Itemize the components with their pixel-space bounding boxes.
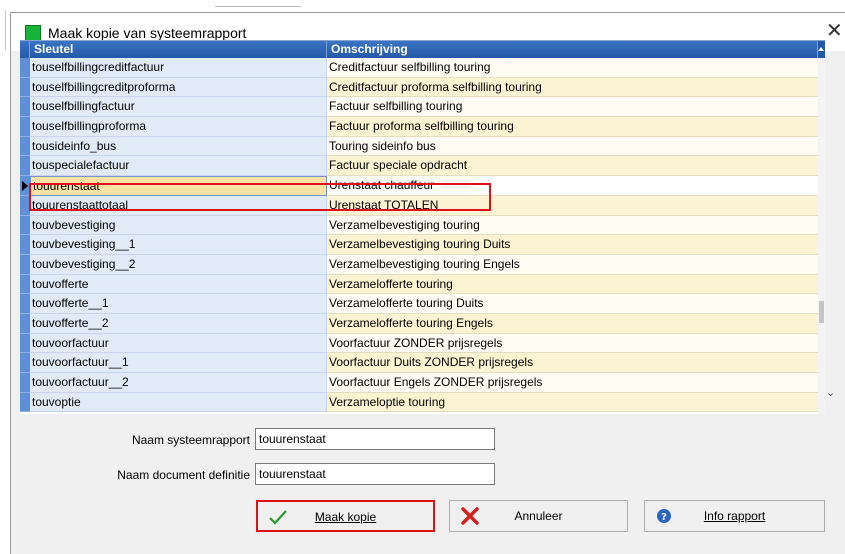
table-row[interactable]: tousideinfo_bus Touring sideinfo bus [20, 136, 818, 157]
row-desc-cell[interactable]: Voorfactuur ZONDER prijsregels [327, 333, 818, 354]
row-indicator[interactable] [20, 392, 30, 413]
row-key-cell[interactable]: touspecialefactuur [30, 156, 327, 177]
row-indicator[interactable] [20, 373, 30, 393]
row-indicator[interactable] [20, 254, 30, 275]
close-icon[interactable]: ✕ [826, 21, 843, 41]
naam-systeemrapport-label: Naam systeemrapport [131, 433, 250, 447]
table-row[interactable]: touvbevestiging__2 Verzamelbevestiging to… [20, 254, 818, 275]
row-key-cell[interactable]: touvoorfactuur__1 [30, 353, 327, 373]
row-key-cell[interactable]: touvbevestiging [30, 215, 327, 236]
row-key-cell[interactable]: touvoorfactuur__2 [30, 373, 327, 393]
table-row[interactable]: touvbevestiging Verzamelbevestiging touri… [20, 215, 818, 236]
column-header-omschrijving[interactable]: Omschrijving [327, 41, 818, 58]
vertical-scrollbar[interactable] [818, 58, 825, 414]
row-indicator[interactable] [20, 313, 30, 334]
grid-rows: touselfbillingcreditfactuur Creditfactuur… [20, 58, 818, 413]
row-indicator[interactable] [20, 195, 30, 216]
table-row[interactable]: touselfbillingcreditfactuur Creditfactuur… [20, 58, 818, 78]
row-desc-cell[interactable]: Urenstaat chauffeur [327, 176, 818, 196]
row-desc-cell[interactable]: Voorfactuur Engels ZONDER prijsregels [327, 373, 818, 393]
column-header-sleutel[interactable]: Sleutel [30, 41, 327, 58]
row-indicator[interactable] [20, 215, 30, 236]
row-key-cell[interactable]: touurenstaattotaal [30, 195, 327, 216]
maak-kopie-label: Maak kopie [314, 510, 377, 524]
table-row[interactable]: touspecialefactuur Factuur speciale opdra… [20, 156, 818, 177]
table-row[interactable]: touvofferte__1 Verzamelofferte touring Du… [20, 294, 818, 314]
row-desc-cell[interactable]: Urenstaat TOTALEN [327, 195, 818, 216]
row-key-cell[interactable]: touselfbillingfactuur [30, 97, 327, 118]
row-key-cell[interactable]: touvoptie [30, 392, 327, 413]
background-strip [0, 0, 845, 8]
row-desc-cell[interactable]: Verzamelofferte touring Engels [327, 313, 818, 334]
window-title: Maak kopie van systeemrapport [48, 25, 247, 41]
row-desc-cell[interactable]: Voorfactuur Duits ZONDER prijsregels [327, 353, 818, 373]
table-row[interactable]: touurenstaat Urenstaat chauffeur [20, 176, 818, 196]
row-desc-cell[interactable]: Factuur proforma selfbilling touring [327, 117, 818, 137]
row-indicator[interactable] [20, 136, 30, 157]
table-row[interactable]: touselfbillingfactuur Factuur selfbilling… [20, 97, 818, 118]
table-row[interactable]: touvoorfactuur Voorfactuur ZONDER prijsre… [20, 333, 818, 354]
row-desc-cell[interactable]: Verzamelbevestiging touring [327, 215, 818, 236]
row-desc-cell[interactable]: Verzamelbevestiging touring Duits [327, 235, 818, 255]
row-indicator[interactable] [20, 176, 30, 196]
row-desc-cell[interactable]: Verzamelbevestiging touring Engels [327, 254, 818, 275]
row-indicator[interactable] [20, 156, 30, 177]
row-key-cell[interactable]: touselfbillingproforma [30, 117, 327, 137]
scroll-down-icon[interactable]: ⌄ [826, 386, 835, 399]
naam-systeemrapport-input[interactable] [255, 428, 495, 450]
row-desc-cell[interactable]: Verzamelofferte touring Duits [327, 294, 818, 314]
info-rapport-label: Info rapport [703, 509, 766, 523]
grid-header: Sleutel Omschrijving [20, 41, 825, 58]
row-indicator[interactable] [20, 333, 30, 354]
row-indicator[interactable] [20, 294, 30, 314]
table-row[interactable]: touvoorfactuur__1 Voorfactuur Duits ZONDE… [20, 353, 818, 373]
naam-document-definitie-label: Naam document definitie [117, 468, 250, 482]
annuleer-label: Annuleer [514, 509, 563, 523]
scroll-up-icon[interactable] [818, 41, 825, 58]
table-row[interactable]: touvoorfactuur__2 Voorfactuur Engels ZOND… [20, 373, 818, 393]
row-key-cell[interactable]: touselfbillingcreditproforma [30, 77, 327, 98]
row-desc-cell[interactable]: Factuur selfbilling touring [327, 97, 818, 118]
row-key-cell[interactable]: touvoorfactuur [30, 333, 327, 354]
table-row[interactable]: touselfbillingproforma Factuur proforma s… [20, 117, 818, 137]
row-key-cell[interactable]: touselfbillingcreditfactuur [30, 58, 327, 78]
naam-document-definitie-input[interactable] [255, 463, 495, 485]
scrollbar-thumb[interactable] [819, 301, 824, 323]
row-indicator[interactable] [20, 117, 30, 137]
row-indicator[interactable] [20, 353, 30, 373]
row-indicator[interactable] [20, 97, 30, 118]
maak-kopie-button[interactable]: Maak kopie [256, 500, 435, 532]
row-desc-cell[interactable]: Creditfactuur selfbilling touring [327, 58, 818, 78]
table-row[interactable]: touurenstaattotaal Urenstaat TOTALEN [20, 195, 818, 216]
table-row[interactable]: touvbevestiging__1 Verzamelbevestiging to… [20, 235, 818, 255]
row-desc-cell[interactable]: Verzamelofferte touring [327, 274, 818, 295]
row-desc-cell[interactable]: Touring sideinfo bus [327, 136, 818, 157]
report-grid[interactable]: Sleutel Omschrijving touselfbillingcredi… [20, 40, 825, 414]
background-tab [215, 0, 301, 7]
row-key-cell[interactable]: touvbevestiging__2 [30, 254, 327, 275]
row-key-cell[interactable]: touvbevestiging__1 [30, 235, 327, 255]
row-key-cell[interactable]: touvofferte__2 [30, 313, 327, 334]
table-row[interactable]: touvoptie Verzameloptie touring [20, 392, 818, 413]
row-desc-cell[interactable]: Verzameloptie touring [327, 392, 818, 413]
row-key-cell[interactable]: touvofferte [30, 274, 327, 295]
info-rapport-button[interactable]: ? Info rapport [644, 500, 825, 532]
row-desc-cell[interactable]: Factuur speciale opdracht [327, 156, 818, 177]
row-indicator[interactable] [20, 235, 30, 255]
row-indicator[interactable] [20, 274, 30, 295]
row-key-cell[interactable]: touurenstaat [30, 176, 327, 196]
table-row[interactable]: touselfbillingcreditproforma Creditfactuu… [20, 77, 818, 98]
row-desc-cell[interactable]: Creditfactuur proforma selfbilling touri… [327, 77, 818, 98]
table-row[interactable]: touvofferte Verzamelofferte touring [20, 274, 818, 295]
app-icon [25, 25, 41, 41]
row-key-cell[interactable]: tousideinfo_bus [30, 136, 327, 157]
table-row[interactable]: touvofferte__2 Verzamelofferte touring En… [20, 313, 818, 334]
header-indicator [20, 41, 30, 58]
background-edge [0, 0, 10, 553]
row-indicator[interactable] [20, 77, 30, 98]
annuleer-button[interactable]: Annuleer [449, 500, 628, 532]
row-key-cell[interactable]: touvofferte__1 [30, 294, 327, 314]
row-indicator[interactable] [20, 58, 30, 78]
